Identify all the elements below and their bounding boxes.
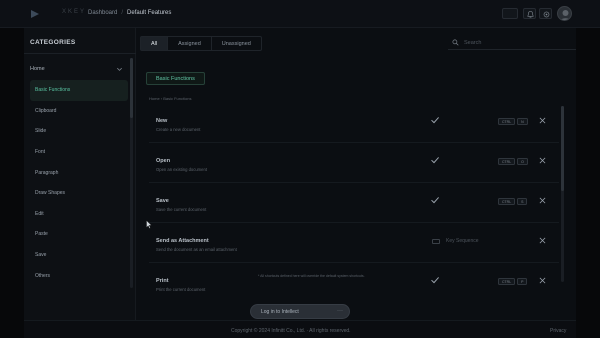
sidebar-item-clipboard[interactable]: Clipboard	[24, 101, 130, 122]
content-scrollbar[interactable]	[561, 106, 564, 282]
privacy-link[interactable]: Privacy	[550, 328, 566, 334]
settings-button[interactable]	[539, 8, 552, 19]
check-icon	[431, 277, 439, 284]
shortcut-description: Save the current document	[156, 207, 207, 212]
override-note: * All shortcuts defined here will overri…	[258, 274, 365, 278]
shortcut-title: Send as Attachment	[156, 238, 209, 244]
sidebar-title: CATEGORIES	[30, 39, 76, 46]
login-button[interactable]: Log in to Intellect	[250, 304, 350, 319]
sidebar-item-slide[interactable]: Slide	[24, 121, 130, 142]
sidebar-item-font[interactable]: Font	[24, 142, 130, 163]
tab-unassigned[interactable]: Unassigned	[212, 37, 261, 50]
language-button[interactable]	[502, 8, 518, 19]
key-combo[interactable]: CTRL O	[498, 158, 528, 165]
shortcut-title: Print	[156, 278, 169, 284]
tab-assigned[interactable]: Assigned	[168, 37, 212, 50]
close-icon[interactable]	[539, 197, 546, 204]
sub-breadcrumb: Home › Basic Functions	[149, 96, 192, 101]
sidebar-item-paste[interactable]: Paste	[24, 224, 130, 245]
key-cap: P	[517, 278, 528, 285]
shortcut-description: Create a new document	[156, 127, 201, 132]
key-combo[interactable]: CTRL N	[498, 118, 528, 125]
close-icon[interactable]	[539, 237, 546, 244]
shortcut-description: Send the document as an email attachment	[156, 247, 237, 252]
category-list: Basic Functions Clipboard Slide Font Par…	[24, 80, 130, 286]
check-icon	[431, 197, 439, 204]
close-icon[interactable]	[539, 117, 546, 124]
keyboard-icon	[432, 238, 440, 244]
shortcut-row-new: New Create a new document CTRL N	[149, 110, 559, 150]
key-combo[interactable]: CTRL S	[498, 198, 528, 205]
more-options-icon[interactable]: ···	[337, 308, 343, 314]
sidebar-item-paragraph[interactable]: Paragraph	[24, 162, 130, 183]
avatar[interactable]	[557, 6, 572, 21]
top-bar: XKEY Dashboard / Default Features	[0, 0, 600, 28]
row-divider	[149, 262, 559, 263]
search-icon	[452, 39, 459, 46]
row-divider	[149, 142, 559, 143]
shortcut-row-open: Open Open an existing document CTRL O	[149, 150, 559, 190]
chevron-down-icon[interactable]	[116, 66, 123, 73]
key-cap: N	[517, 118, 528, 125]
app-logo-icon	[31, 10, 39, 18]
content-scrollbar-thumb[interactable]	[561, 106, 564, 191]
bell-icon	[527, 11, 534, 18]
brand-name: XKEY	[62, 9, 87, 15]
check-icon	[431, 117, 439, 124]
sidebar-item-basic-functions[interactable]: Basic Functions	[30, 80, 128, 101]
key-cap: O	[517, 158, 528, 165]
key-cap: CTRL	[498, 278, 516, 285]
key-sequence-input[interactable]: Key Sequence	[432, 238, 479, 244]
sidebar-item-others[interactable]: Others	[24, 265, 130, 286]
user-avatar-icon	[560, 10, 571, 20]
key-cap: CTRL	[498, 118, 516, 125]
sidebar-item-edit[interactable]: Edit	[24, 204, 130, 225]
categories-sidebar: CATEGORIES Home Basic Functions Clipboar…	[24, 28, 136, 320]
filter-tabs: All Assigned Unassigned	[140, 36, 262, 51]
close-icon[interactable]	[539, 157, 546, 164]
breadcrumb-root[interactable]: Dashboard	[88, 10, 117, 16]
right-edge	[576, 0, 600, 338]
sidebar-item-save[interactable]: Save	[24, 245, 130, 266]
mouse-cursor-icon	[146, 220, 152, 229]
breadcrumb-current: Default Features	[127, 10, 172, 16]
close-icon[interactable]	[539, 277, 546, 284]
section-basic-functions[interactable]: Basic Functions	[146, 72, 205, 85]
key-cap: CTRL	[498, 158, 516, 165]
sidebar-scrollbar[interactable]	[130, 58, 133, 288]
row-divider	[149, 222, 559, 223]
shortcut-title: Save	[156, 198, 169, 204]
sidebar-divider	[24, 53, 136, 54]
row-divider	[149, 182, 559, 183]
gear-icon	[543, 11, 550, 18]
notification-button[interactable]	[523, 8, 536, 19]
footer: Copyright © 2024 Infinitt Co., Ltd. · Al…	[24, 320, 576, 338]
sidebar-scrollbar-thumb[interactable]	[130, 58, 133, 118]
shortcut-description: Open an existing document	[156, 167, 207, 172]
breadcrumb: Dashboard / Default Features	[88, 10, 171, 16]
key-sequence-placeholder: Key Sequence	[446, 238, 479, 244]
tab-all[interactable]: All	[141, 37, 169, 50]
breadcrumb-separator: /	[121, 10, 124, 16]
key-combo[interactable]: CTRL P	[498, 278, 528, 285]
shortcut-title: New	[156, 118, 168, 124]
shortcut-row-save: Save Save the current document CTRL S	[149, 190, 559, 230]
check-icon	[431, 157, 439, 164]
key-cap: S	[517, 198, 528, 205]
shortcut-description: Print the current document	[156, 287, 206, 292]
left-edge	[0, 0, 24, 338]
shortcut-row-send-as-attachment: Send as Attachment Send the document as …	[149, 230, 559, 270]
shortcut-title: Open	[156, 158, 171, 164]
login-label: Log in to Intellect	[261, 308, 299, 315]
sidebar-item-draw-shapes[interactable]: Draw Shapes	[24, 183, 130, 204]
sidebar-home[interactable]: Home	[30, 66, 45, 72]
search-placeholder: Search	[464, 40, 482, 46]
copyright-text: Copyright © 2024 Infinitt Co., Ltd. · Al…	[231, 328, 351, 334]
key-cap: CTRL	[498, 198, 516, 205]
